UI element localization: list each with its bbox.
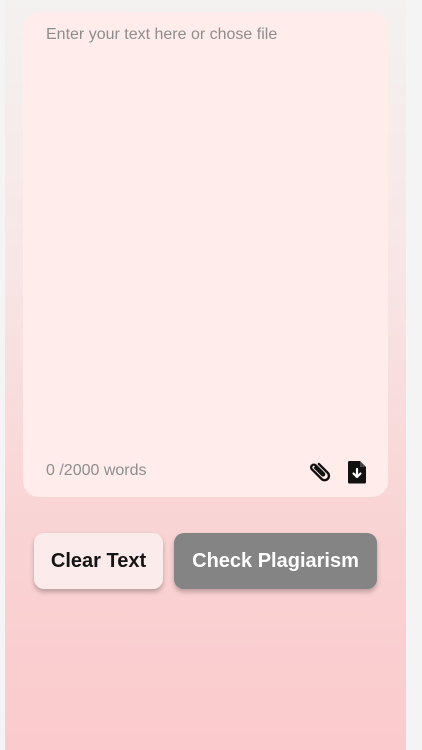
import-file-button[interactable] xyxy=(344,459,370,485)
app-screen: 0 /2000 words Clear Text Check Plagiaris… xyxy=(5,0,406,750)
text-input[interactable] xyxy=(46,26,366,426)
text-editor-card: 0 /2000 words xyxy=(23,12,388,497)
check-plagiarism-button[interactable]: Check Plagiarism xyxy=(174,533,377,589)
paperclip-icon xyxy=(309,462,331,482)
file-download-icon xyxy=(347,461,366,484)
word-count: 0 /2000 words xyxy=(46,462,147,479)
clear-text-button[interactable]: Clear Text xyxy=(34,533,163,589)
attach-file-button[interactable] xyxy=(307,459,333,485)
